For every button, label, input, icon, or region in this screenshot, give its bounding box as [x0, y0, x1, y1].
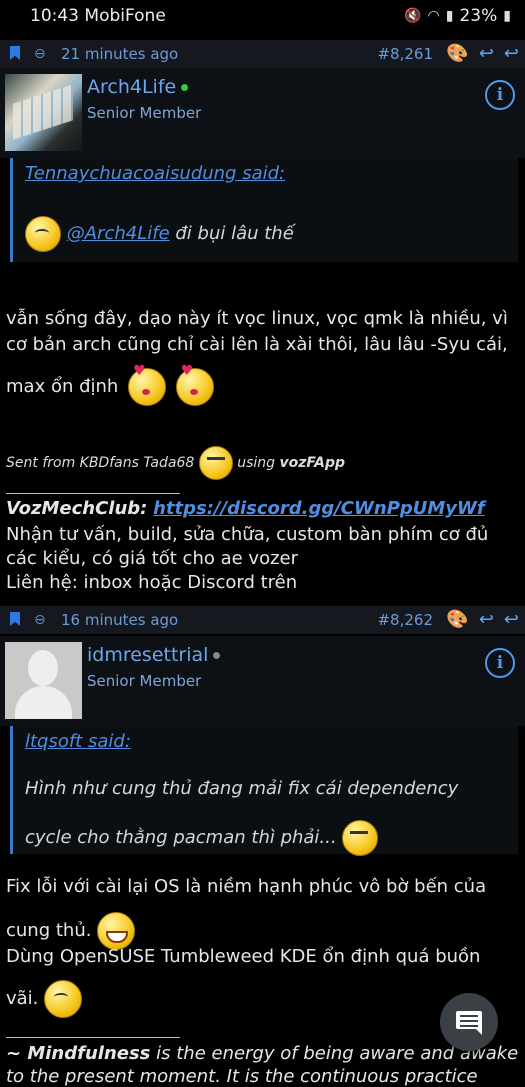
quote-block: ltqsoft said: Hình như cung thủ đang mải…	[10, 726, 518, 856]
sig-bold: ~ Mindfulness	[6, 1043, 151, 1064]
multiquote-icon[interactable]: ↩	[504, 43, 519, 64]
post-body-line: cung thủ.	[6, 920, 92, 941]
signature-text: to the present moment. It is the continu…	[6, 1066, 478, 1087]
quote-author[interactable]: Tennaychuacoaisudung said:	[25, 163, 285, 184]
quote-text: đi bụi lâu thế	[169, 223, 294, 244]
bookmark-icon[interactable]	[10, 46, 20, 60]
status-time: 10:43 MobiFone	[30, 6, 166, 26]
post-body-line: cơ bản arch cũng chỉ cài lên là xài thôi…	[6, 334, 508, 355]
chat-icon	[456, 1011, 482, 1035]
info-icon[interactable]: i	[485, 80, 515, 110]
signature-divider	[6, 493, 180, 494]
online-indicator	[181, 84, 189, 91]
reply-icon[interactable]: ↩	[479, 43, 494, 64]
club-label: VozMechClub:	[6, 498, 148, 519]
username[interactable]: idmresettrial	[87, 644, 208, 666]
multiquote-icon[interactable]: ↩	[504, 609, 519, 630]
sig-using: using	[237, 455, 276, 471]
signal-icon: ▮	[445, 8, 454, 24]
kiss-smiley-icon	[128, 363, 167, 406]
post-header: ⊖ 16 minutes ago #8,262 🎨 ↩ ↩	[0, 606, 525, 634]
post-body-line: vãi.	[6, 988, 39, 1009]
signature-text: các kiểu, có giá tốt cho ae vozer	[6, 548, 299, 569]
mention-link[interactable]: @Arch4Life	[67, 223, 170, 244]
sig-device: Sent from KBDfans Tada68	[6, 455, 195, 471]
shocked-smiley-icon	[25, 216, 61, 252]
bookmark-icon[interactable]	[10, 612, 20, 626]
chat-fab-button[interactable]	[440, 993, 498, 1051]
battery-icon: ▮	[503, 8, 511, 24]
quote-block: Tennaychuacoaisudung said: @Arch4Life đi…	[10, 158, 518, 262]
worried-smiley-icon	[44, 980, 83, 1018]
permalink-icon[interactable]: ⊖	[34, 612, 46, 628]
info-icon[interactable]: i	[485, 648, 515, 678]
post-body-line: Fix lỗi với cài lại OS là niềm hạnh phúc…	[6, 876, 487, 897]
status-bar: 10:43 MobiFone 🔇 ◠ ▮ 23% ▮	[0, 0, 525, 34]
mute-icon: 🔇	[404, 8, 422, 24]
sweat-smiley-icon	[342, 820, 379, 856]
sig-app: vozFApp	[279, 455, 346, 471]
battery-level: 23%	[459, 6, 498, 26]
signature-text: Nhận tư vấn, build, sửa chữa, custom bàn…	[6, 524, 489, 545]
user-title: Senior Member	[87, 672, 202, 690]
post-time[interactable]: 16 minutes ago	[61, 611, 178, 629]
avatar[interactable]	[5, 74, 82, 151]
post-header: ⊖ 21 minutes ago #8,261 🎨 ↩ ↩	[0, 40, 525, 68]
user-title: Senior Member	[87, 104, 202, 122]
signature-line: Sent from KBDfans Tada68 using vozFApp	[6, 446, 345, 480]
signature-divider	[6, 1037, 180, 1038]
discord-link[interactable]: https://discord.gg/CWnPpUMyWf	[153, 498, 485, 519]
user-bar: idmresettrial Senior Member i	[0, 636, 525, 726]
grin-smiley-icon	[97, 912, 136, 950]
offline-indicator	[213, 652, 221, 659]
quote-author[interactable]: ltqsoft said:	[25, 731, 131, 752]
post-number[interactable]: #8,261	[377, 45, 433, 63]
post-time[interactable]: 21 minutes ago	[61, 45, 178, 63]
username[interactable]: Arch4Life	[87, 76, 176, 98]
quote-text: cycle cho thằng pacman thì phải...	[25, 827, 337, 848]
post-body-line: vẫn sống đây, dạo này ít vọc linux, vọc …	[6, 308, 508, 329]
permalink-icon[interactable]: ⊖	[34, 46, 46, 62]
wifi-icon: ◠	[427, 8, 440, 24]
post-number[interactable]: #8,262	[377, 611, 433, 629]
reply-icon[interactable]: ↩	[479, 609, 494, 630]
avatar[interactable]	[5, 642, 82, 719]
kiss-smiley-icon	[175, 363, 214, 406]
user-bar: Arch4Life Senior Member i	[0, 68, 525, 158]
react-icon[interactable]: 🎨	[446, 43, 468, 64]
post-body-line: Dùng OpenSUSE Tumbleweed KDE ổn định quá…	[6, 946, 481, 967]
quote-text: Hình như cung thủ đang mải fix cái depen…	[25, 778, 459, 799]
signature-text: Liên hệ: inbox hoặc Discord trên	[6, 572, 298, 593]
react-icon[interactable]: 🎨	[446, 609, 468, 630]
sweat-smiley-icon	[198, 446, 233, 480]
post-body-line: max ổn định	[6, 376, 119, 397]
